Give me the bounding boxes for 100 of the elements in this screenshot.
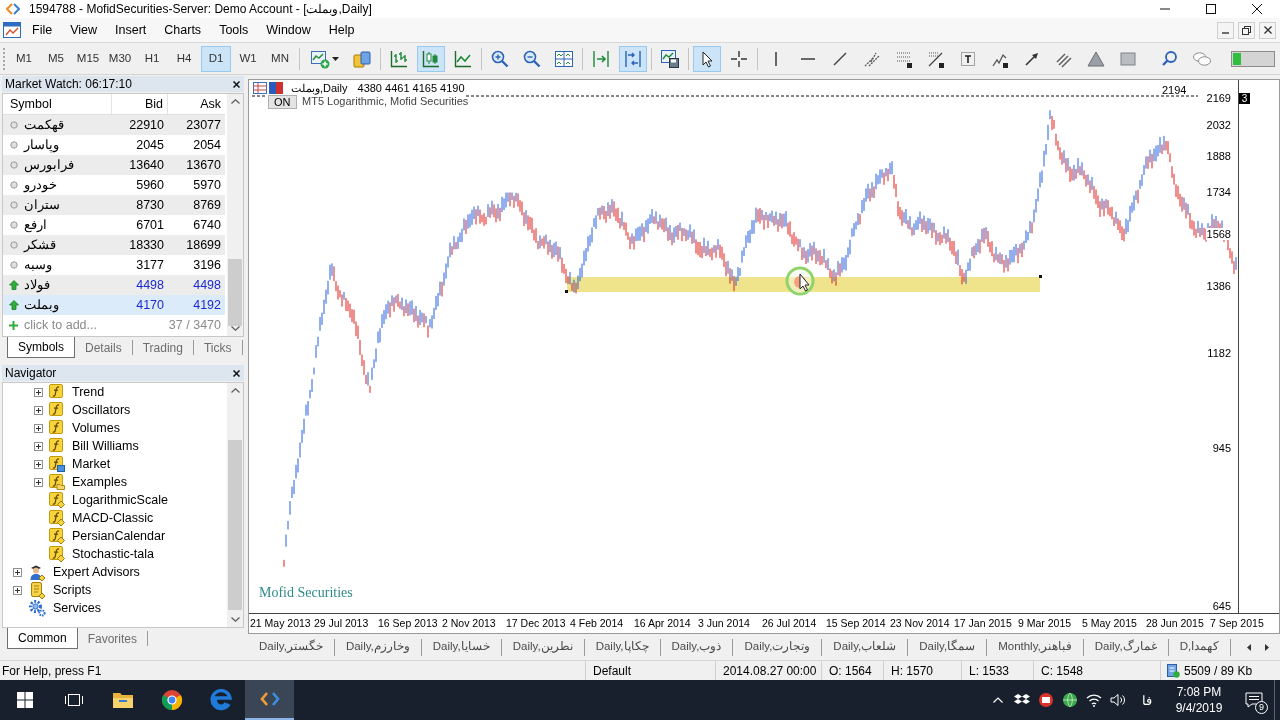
stop-circle-icon xyxy=(1038,692,1054,708)
maximize-icon xyxy=(1206,4,1216,14)
menu-item[interactable]: File xyxy=(23,20,62,40)
candlestick-chart-button[interactable] xyxy=(417,45,445,72)
notifications-button[interactable]: 9 xyxy=(1234,680,1274,720)
panel-tab[interactable]: Common xyxy=(7,628,78,649)
chart-tab[interactable]: Daily,غمارگ xyxy=(1083,638,1169,656)
panel-tab[interactable]: Trading xyxy=(132,340,194,355)
scroll-down-icon xyxy=(230,617,240,622)
scroll-thumb[interactable] xyxy=(228,440,242,610)
right-triangle-icon xyxy=(1265,643,1269,651)
ask-price: 23077 xyxy=(185,118,222,132)
up-arrow-icon xyxy=(8,280,19,290)
tree-item[interactable]: Bill Williams xyxy=(72,439,139,453)
panel-title: Navigator xyxy=(4,367,57,379)
menu-item[interactable]: View xyxy=(61,20,107,40)
timeframe-button[interactable]: M15 xyxy=(73,45,103,72)
timeframe-button[interactable]: M30 xyxy=(105,45,135,72)
level-line-label: 2194 xyxy=(1162,85,1187,96)
time-axis-label: 9 Mar 2015 xyxy=(1017,618,1073,629)
chart-tab[interactable]: Daily,سمگا xyxy=(908,638,988,656)
status-ring-icon xyxy=(9,161,18,169)
tree-item[interactable]: Examples xyxy=(72,475,127,489)
tree-item[interactable]: Services xyxy=(53,601,101,615)
indicator-on-button[interactable]: ON xyxy=(268,95,297,109)
tree-item[interactable]: PersianCalendar xyxy=(72,529,166,543)
indicator-name: MT5 Logarithmic, Mofid Securities xyxy=(302,96,469,107)
bid-price: 18330 xyxy=(128,238,165,252)
cursor-button[interactable] xyxy=(693,45,721,72)
chart-tab[interactable]: Daily,شلعاب xyxy=(822,638,909,656)
tree-item[interactable]: LogarithmicScale xyxy=(72,493,168,507)
tree-item[interactable]: MACD-Classic xyxy=(72,511,154,525)
timeframe-button[interactable]: H4 xyxy=(169,45,199,72)
child-minimize-button[interactable] xyxy=(1217,21,1234,39)
column-header[interactable]: Ask xyxy=(168,94,225,114)
timeframe-button[interactable]: H1 xyxy=(137,45,167,72)
chart-tab[interactable]: D,کهمدا xyxy=(1168,638,1232,656)
price-level-line[interactable] xyxy=(251,95,1199,97)
tree-item[interactable]: Volumes xyxy=(72,421,120,435)
vertical-scrollbar[interactable] xyxy=(227,383,243,627)
column-header[interactable]: Symbol xyxy=(3,94,112,114)
line-chart-icon xyxy=(453,48,473,69)
panel-tab[interactable]: Symbols xyxy=(7,337,75,358)
scroll-down-icon xyxy=(230,326,240,331)
child-close-button[interactable] xyxy=(1259,21,1276,39)
chart-tab[interactable]: Monthly,فباهنر xyxy=(987,638,1084,656)
column-header[interactable]: Bid xyxy=(112,94,168,114)
price-axis-label: 1568 xyxy=(1205,228,1232,240)
timeframe-button[interactable]: M1 xyxy=(9,45,39,72)
chart-shift-icon xyxy=(591,48,611,69)
ask-price: 2054 xyxy=(192,138,222,152)
scroll-thumb[interactable] xyxy=(228,259,242,326)
vertical-scrollbar[interactable] xyxy=(227,94,243,336)
restore-icon xyxy=(1242,25,1251,35)
panel-tab[interactable]: Ticks xyxy=(193,340,243,355)
panel-close-button[interactable] xyxy=(231,368,241,378)
clock-button[interactable]: 7:08 PM 9/4/2019 xyxy=(1164,680,1234,720)
tree-item[interactable]: Oscillators xyxy=(72,403,131,417)
menu-item[interactable]: Tools xyxy=(210,20,258,40)
tree-item[interactable]: Stochastic-tala xyxy=(72,547,154,561)
panel-tab[interactable]: Details xyxy=(75,340,133,355)
tree-item[interactable]: Scripts xyxy=(53,583,92,597)
chart-tab[interactable]: Daily,خگستر xyxy=(248,638,335,656)
folder-icon xyxy=(111,691,134,709)
tree-item[interactable]: Market xyxy=(72,457,111,471)
wifi-icon xyxy=(1086,693,1102,707)
chart-tab[interactable]: Daily,وخارزم xyxy=(334,638,422,656)
menu-item[interactable]: Charts xyxy=(155,20,211,40)
panel-close-button[interactable] xyxy=(231,79,241,89)
tree-item[interactable]: Expert Advisors xyxy=(53,565,140,579)
chart-tab[interactable]: Daily,خسایا xyxy=(421,638,502,656)
ask-price: 5970 xyxy=(192,178,222,192)
price-axis-label: 2032 xyxy=(1205,119,1232,131)
tree-item[interactable]: Trend xyxy=(72,385,105,399)
add-symbol-hint[interactable]: click to add... xyxy=(24,319,97,332)
chart-tab[interactable]: Daily,وتجارت xyxy=(733,638,823,656)
panel-tab[interactable]: Favorites xyxy=(77,631,149,646)
time-axis-label: 26 Jul 2014 xyxy=(761,618,818,629)
time-axis-label: 21 May 2013 xyxy=(249,618,312,629)
child-restore-button[interactable] xyxy=(1238,21,1255,39)
input-language-button[interactable]: فا xyxy=(1130,680,1164,720)
auto-scroll-button[interactable] xyxy=(619,45,647,72)
chart-tab[interactable]: Daily,نطرین xyxy=(501,638,585,656)
close-icon xyxy=(232,369,240,377)
stacked-tiles-icon xyxy=(352,48,372,69)
timeframe-button[interactable]: M5 xyxy=(41,45,71,72)
chart-tab[interactable]: Daily,چکاپا xyxy=(584,638,661,656)
menu-item[interactable]: Window xyxy=(257,20,320,40)
add-icon xyxy=(9,321,18,330)
minimize-icon xyxy=(1222,32,1229,34)
menu-item[interactable]: Insert xyxy=(106,20,156,40)
chart-tab[interactable]: Daily,ذوب xyxy=(660,638,734,656)
timeframe-button[interactable]: MN xyxy=(265,45,295,72)
status-ring-icon xyxy=(9,241,18,249)
highlight-rectangle[interactable] xyxy=(565,275,1042,293)
scroll-up-icon xyxy=(230,99,240,104)
timeframe-button[interactable]: W1 xyxy=(233,45,263,72)
menu-item[interactable]: Help xyxy=(319,20,364,40)
timeframe-button[interactable]: D1 xyxy=(201,45,231,72)
caret-icon xyxy=(331,56,339,61)
